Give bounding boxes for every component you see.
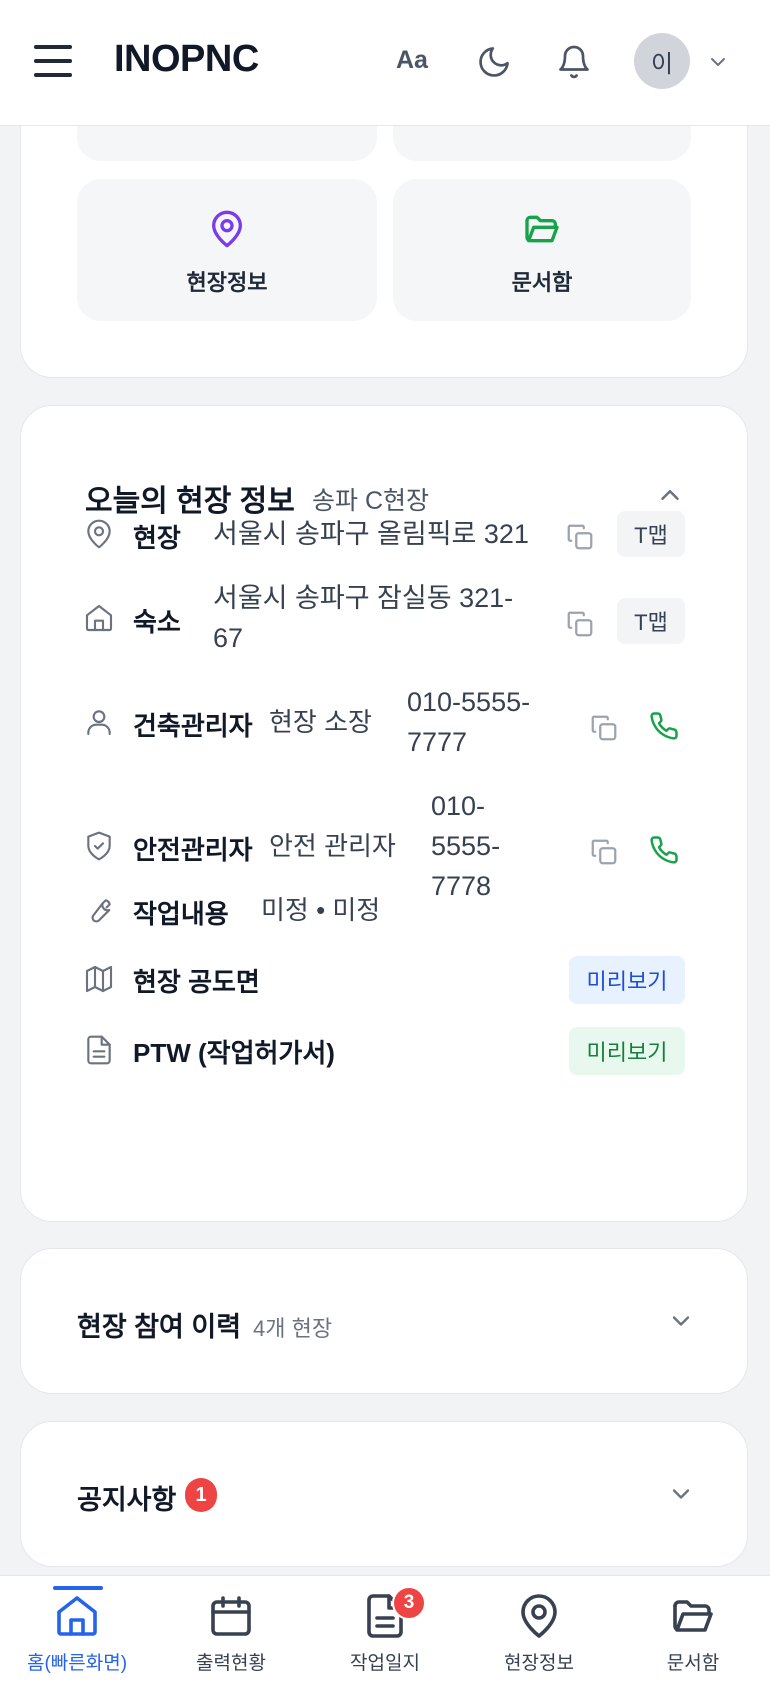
worklog-count-badge: 3	[392, 1586, 426, 1620]
chevron-down-icon[interactable]	[706, 50, 730, 74]
copy-icon[interactable]	[565, 522, 595, 552]
nav-label: 홈(빠른화면)	[26, 1653, 128, 1674]
app-header: INOPNC Aa 이	[0, 0, 770, 126]
quick-tile-label: 현장정보	[186, 270, 268, 295]
quick-tile-site-info[interactable]: 현장정보	[77, 179, 377, 321]
nav-output-status[interactable]: 출력현황	[154, 1576, 308, 1684]
tmap-button-site[interactable]: T맵	[617, 511, 685, 557]
site-history-count: 4개 현장	[253, 1316, 333, 1341]
home-icon	[85, 604, 113, 632]
row-label-safety-manager: 안전관리자	[133, 835, 253, 865]
shield-check-icon	[87, 831, 111, 861]
tmap-button-lodging[interactable]: T맵	[617, 598, 685, 644]
map-pin-icon	[87, 519, 111, 549]
nav-active-indicator	[53, 1586, 103, 1590]
quick-tile-documents[interactable]: 문서함	[393, 179, 691, 321]
map-icon	[85, 965, 113, 993]
chevron-up-icon[interactable]	[655, 480, 685, 510]
notice-title: 공지사항	[77, 1485, 177, 1515]
copy-icon[interactable]	[589, 837, 619, 867]
map-pin-icon	[212, 210, 242, 248]
brand-logo[interactable]: INOPNC	[114, 38, 259, 81]
map-pin-icon	[521, 1594, 557, 1638]
notice-count-badge: 1	[185, 1478, 217, 1512]
notice-card[interactable]: 공지사항 1	[20, 1421, 748, 1567]
row-label-site: 현장	[133, 523, 181, 553]
phone-icon[interactable]	[649, 711, 679, 741]
bell-icon[interactable]	[556, 44, 592, 80]
calendar-icon	[211, 1596, 251, 1636]
building-manager-role: 현장 소장	[269, 707, 372, 737]
row-label-ptw: PTW (작업허가서)	[133, 1038, 335, 1068]
site-history-card[interactable]: 현장 참여 이력 4개 현장	[20, 1248, 748, 1394]
site-name: 송파 C현장	[312, 487, 430, 515]
row-label-building-manager: 건축관리자	[133, 711, 253, 741]
nav-label: 문서함	[666, 1653, 720, 1674]
phone-icon[interactable]	[649, 835, 679, 865]
drawing-preview-button[interactable]: 미리보기	[569, 956, 685, 1004]
row-label-lodging: 숙소	[133, 607, 181, 637]
folder-open-icon	[673, 1600, 713, 1632]
quick-tile-label: 문서함	[511, 270, 573, 295]
building-manager-phone: 010-5555-7777	[407, 687, 531, 757]
wrench-icon	[91, 899, 111, 923]
avatar[interactable]: 이	[634, 33, 690, 89]
font-size-toggle[interactable]: Aa	[396, 46, 428, 75]
copy-icon[interactable]	[589, 713, 619, 743]
nav-label: 현장정보	[504, 1653, 574, 1674]
nav-label: 작업일지	[350, 1653, 420, 1674]
ptw-preview-button[interactable]: 미리보기	[569, 1027, 685, 1075]
site-history-title: 현장 참여 이력	[77, 1312, 242, 1342]
safety-manager-phone: 010-5555-7778	[431, 791, 501, 901]
row-label-drawing: 현장 공도면	[133, 967, 260, 997]
row-label-work: 작업내용	[133, 899, 229, 929]
nav-label: 출력현황	[196, 1653, 266, 1674]
nav-documents[interactable]: 문서함	[616, 1576, 770, 1684]
folder-open-icon	[525, 215, 559, 243]
document-icon	[87, 1035, 111, 1065]
nav-site-info[interactable]: 현장정보	[462, 1576, 616, 1684]
site-address: 서울시 송파구 올림픽로 321	[213, 519, 529, 549]
nav-home[interactable]: 홈(빠른화면)	[0, 1576, 154, 1684]
copy-icon[interactable]	[565, 609, 595, 639]
chevron-down-icon[interactable]	[667, 1307, 695, 1335]
chevron-down-icon[interactable]	[667, 1480, 695, 1508]
home-icon	[57, 1596, 97, 1636]
user-icon	[87, 710, 111, 736]
lodging-address: 서울시 송파구 잠실동 321-67	[213, 583, 514, 653]
site-info-card: 오늘의 현장 정보 송파 C현장 현장 서울시 송파구 올림픽로 321 T맵 …	[20, 405, 748, 1222]
moon-icon[interactable]	[476, 44, 512, 80]
bottom-nav: 홈(빠른화면) 출력현황 작업일지 현장정보 문서함	[0, 1575, 770, 1684]
nav-worklog[interactable]: 작업일지	[308, 1576, 462, 1684]
menu-icon[interactable]	[34, 45, 72, 77]
safety-manager-role: 안전 관리자	[269, 831, 396, 861]
work-content: 미정 • 미정	[261, 895, 381, 925]
